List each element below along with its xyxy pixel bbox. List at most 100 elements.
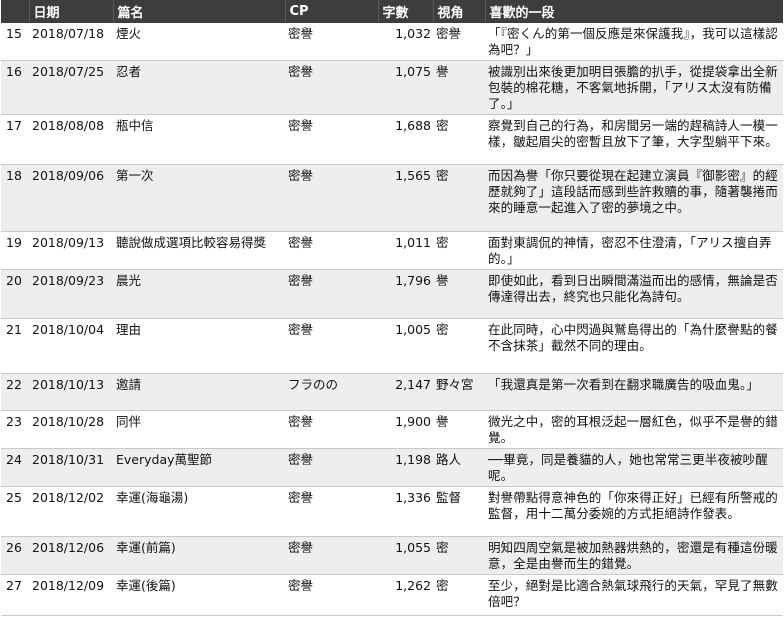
row-date: 2018/10/13	[32, 377, 105, 392]
row-perspective: 譽	[436, 64, 449, 79]
header-cp: CP	[285, 0, 379, 23]
header-word-count: 字數	[378, 0, 434, 23]
row-favorite-passage: 即使如此，看到日出瞬間滿溢而出的感情，無論是否傳達得出去，終究也只能化為詩句。	[488, 273, 778, 304]
row-favorite-passage: 面對東調侃的神情，密忍不住澄清，「アリス擅自弄的。」	[488, 235, 772, 266]
row-cp: 密譽	[288, 118, 314, 133]
row-title: 瓶中信	[116, 118, 154, 133]
row-favorite-passage: ──畢竟，同是養貓的人，她也常常三更半夜被吵醒呢。	[488, 452, 768, 483]
table-row: 18 2018/09/06 第一次 密譽 1,565 密 而因為譽「你只要從現在起建立演員『…	[1, 164, 783, 232]
row-cp: 密譽	[288, 414, 314, 429]
row-title: 第一次	[116, 168, 154, 183]
row-title: 煙火	[116, 26, 142, 41]
row-cp: 密譽	[288, 490, 314, 505]
row-perspective: 監督	[436, 490, 462, 505]
row-index: 26	[6, 540, 22, 555]
row-favorite-passage: 明知四周空氣是被加熱器烘熱的，密還是有種這份暖意，全是由譽而生的錯覺。	[488, 540, 778, 571]
row-word-count: 1,900	[395, 414, 431, 429]
row-index: 16	[6, 64, 22, 79]
row-favorite-passage: 被識別出來後更加明目張膽的扒手，從提袋拿出全新包裝的棉花糖，不客氣地拆開，「アリ…	[488, 64, 778, 111]
row-perspective: 密	[436, 235, 449, 250]
row-title: 晨光	[116, 273, 142, 288]
row-date: 2018/12/06	[32, 540, 105, 555]
row-favorite-passage: 「我還真是第一次看到在翻求職廣告的吸血鬼。」	[488, 377, 759, 392]
table-row: 26 2018/12/06 幸運(前篇) 密譽 1,055 密 明知四周空氣是被加熱器烘熱的…	[1, 536, 783, 575]
row-date: 2018/10/31	[32, 452, 105, 467]
row-perspective: 密	[436, 578, 449, 593]
row-favorite-passage: 至少，絕對是比適合熱氣球飛行的天氣，罕見了無數倍吧？	[488, 578, 778, 609]
row-cp: 密譽	[288, 26, 314, 41]
row-title: 忍者	[116, 64, 142, 79]
row-index: 18	[6, 168, 22, 183]
row-title: 同伴	[116, 414, 142, 429]
table-row: 15 2018/07/18 煙火 密譽 1,032 密譽 「『密くん的第一個反應是來保護我』…	[1, 23, 783, 61]
row-perspective: 密	[436, 540, 449, 555]
row-word-count: 1,011	[395, 235, 431, 250]
row-perspective: 野々宮	[436, 377, 474, 392]
row-word-count: 1,796	[395, 273, 431, 288]
row-index: 23	[6, 414, 22, 429]
row-title: 邀請	[116, 377, 142, 392]
row-favorite-passage: 「『密くん的第一個反應是來保護我』，我可以這樣認為吧？」	[488, 26, 778, 57]
row-index: 27	[6, 578, 22, 593]
row-cp: 密譽	[288, 578, 314, 593]
row-favorite-passage: 而因為譽「你只要從現在起建立演員『御影密』的經歷就夠了」這段話而感到些許救贖的事…	[488, 168, 778, 215]
header-date: 日期	[29, 0, 114, 23]
row-title: 理由	[116, 322, 142, 337]
row-perspective: 密譽	[436, 26, 462, 41]
row-word-count: 1,688	[395, 118, 431, 133]
row-date: 2018/07/25	[32, 64, 105, 79]
row-favorite-passage: 察覺到自己的行為，和房間另一端的趕稿詩人一模一樣，皺起眉尖的密暫且放下了筆，大字…	[488, 118, 778, 149]
header-favorite-passage: 喜歡的一段	[485, 0, 783, 23]
row-index: 17	[6, 118, 22, 133]
row-perspective: 密	[436, 118, 449, 133]
row-word-count: 1,032	[395, 26, 431, 41]
row-perspective: 路人	[436, 452, 462, 467]
row-cp: 密譽	[288, 235, 314, 250]
row-perspective: 譽	[436, 414, 449, 429]
novel-list-table-container: 日期 篇名 CP 字數 視角 喜歡的一段 15 2018/07/18 煙火 密譽 1,0…	[1, 0, 783, 616]
row-cp: フラのの	[288, 377, 339, 392]
row-word-count: 1,565	[395, 168, 431, 183]
row-perspective: 密	[436, 322, 449, 337]
table-row: 20 2018/09/23 晨光 密譽 1,796 譽 即使如此，看到日出瞬間滿溢而出的感情…	[1, 269, 783, 319]
row-cp: 密譽	[288, 273, 314, 288]
row-title: Everyday萬聖節	[116, 452, 213, 467]
row-index: 24	[6, 452, 22, 467]
row-date: 2018/09/06	[32, 168, 105, 183]
table-row: 23 2018/10/28 同伴 密譽 1,900 譽 微光之中，密的耳根泛起一層紅色，似乎…	[1, 411, 783, 449]
row-perspective: 密	[436, 168, 449, 183]
novel-list-table: 日期 篇名 CP 字數 視角 喜歡的一段 15 2018/07/18 煙火 密譽 1,0…	[1, 0, 783, 616]
row-word-count: 1,198	[395, 452, 431, 467]
row-cp: 密譽	[288, 64, 314, 79]
row-word-count: 1,055	[395, 540, 431, 555]
header-perspective: 視角	[433, 0, 486, 23]
row-date: 2018/10/28	[32, 414, 105, 429]
row-date: 2018/07/18	[32, 26, 105, 41]
table-row: 25 2018/12/02 幸運(海龜湯) 密譽 1,336 監督 對譽帶點得意神色的「你來…	[1, 487, 783, 537]
row-word-count: 1,336	[395, 490, 431, 505]
row-date: 2018/12/02	[32, 490, 105, 505]
table-row: 21 2018/10/04 理由 密譽 1,005 密 在此同時，心中閃過與鷲島得出的「為什…	[1, 319, 783, 374]
table-row: 17 2018/08/08 瓶中信 密譽 1,688 密 察覺到自己的行為，和房間另一端的趕…	[1, 115, 783, 165]
row-favorite-passage: 微光之中，密的耳根泛起一層紅色，似乎不是譽的錯覺。	[488, 414, 778, 445]
row-perspective: 譽	[436, 273, 449, 288]
row-index: 20	[6, 273, 22, 288]
row-favorite-passage: 在此同時，心中閃過與鷲島得出的「為什麼譽點的餐不含抹茶」截然不同的理由。	[488, 322, 778, 353]
row-cp: 密譽	[288, 322, 314, 337]
table-header-row: 日期 篇名 CP 字數 視角 喜歡的一段	[1, 0, 783, 23]
row-date: 2018/12/09	[32, 578, 105, 593]
table-row: 27 2018/12/09 幸運(後篇) 密譽 1,262 密 至少，絕對是比適合熱氣球飛行…	[1, 575, 783, 616]
row-index: 19	[6, 235, 22, 250]
row-cp: 密譽	[288, 540, 314, 555]
row-word-count: 1,075	[395, 64, 431, 79]
row-index: 21	[6, 322, 22, 337]
row-index: 22	[6, 377, 22, 392]
row-favorite-passage: 對譽帶點得意神色的「你來得正好」已經有所警戒的監督，用十二萬分委婉的方式拒絕詩作…	[488, 490, 778, 521]
row-title: 幸運(前篇)	[116, 540, 176, 555]
row-word-count: 1,262	[395, 578, 431, 593]
row-cp: 密譽	[288, 168, 314, 183]
row-date: 2018/08/08	[32, 118, 105, 133]
table-row: 22 2018/10/13 邀請 フラのの 2,147 野々宮 「我還真是第一次看到在翻求職…	[1, 373, 783, 411]
row-date: 2018/10/04	[32, 322, 105, 337]
row-date: 2018/09/23	[32, 273, 105, 288]
